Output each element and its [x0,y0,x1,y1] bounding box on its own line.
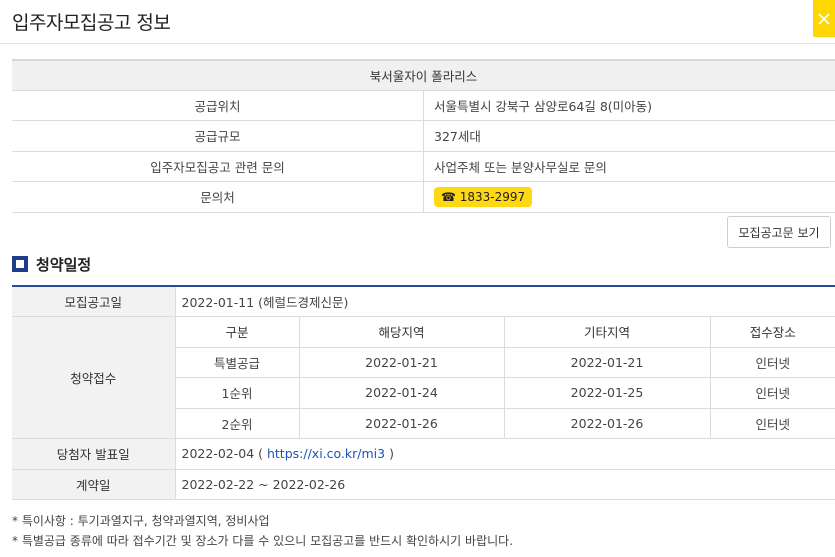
table-cell: 특별공급 [174,347,299,378]
application-label: 청약접수 [12,316,175,439]
house-name: 북서울자이 폴라리스 [12,59,835,91]
table-cell: 인터넷 [709,377,835,409]
inquiry-value: 사업주체 또는 분양사무실로 문의 [423,151,835,182]
table-cell: 2022-01-26 [298,408,504,439]
contract-label: 계약일 [12,469,175,500]
column-header: 해당지역 [298,316,504,348]
winner-date: 2022-02-04 ( [181,446,264,462]
contact-label: 문의처 [12,181,424,213]
table-row: 문의처 ☎ 1833-2997 [12,181,835,213]
winner-close-paren: ) [389,446,394,462]
table-row: 입주자모집공고 관련 문의 사업주체 또는 분양사무실로 문의 [12,151,835,182]
table-cell: 2022-01-25 [503,377,710,409]
schedule-title: 청약일정 [36,255,92,274]
table-row: 공급위치 서울특별시 강북구 삼양로64길 8(미아동) [12,90,835,121]
winner-label: 당첨자 발표일 [12,438,175,470]
info-table: 북서울자이 폴라리스 공급위치 서울특별시 강북구 삼양로64길 8(미아동) … [12,59,835,213]
table-row: 청약접수 구분 해당지역 기타지역 접수장소 [12,316,835,439]
table-row: 당첨자 발표일 2022-02-04 ( https://xi.co.kr/mi… [12,438,835,470]
note-line: * 특별공급 종류에 따라 접수기간 및 장소가 다를 수 있으니 모집공고를 … [12,534,514,548]
table-cell: 2022-01-21 [298,347,504,378]
announce-label: 모집공고일 [12,286,175,317]
table-row: 공급규모 327세대 [12,120,835,152]
table-row: 계약일 2022-02-22 ~ 2022-02-26 [12,469,835,500]
view-notice-button[interactable]: 모집공고문 보기 [727,216,831,248]
close-button[interactable] [813,0,835,37]
note-line: * 특이사항 : 투기과열지구, 청약과열지역, 정비사업 [12,514,270,528]
header: 입주자모집공고 정보 [0,0,835,44]
phone-badge[interactable]: ☎ 1833-2997 [434,186,533,207]
table-cell: 2순위 [174,408,299,439]
page-title: 입주자모집공고 정보 [12,12,171,34]
winner-value: 2022-02-04 ( https://xi.co.kr/mi3 ) [174,438,835,470]
supply-location-label: 공급위치 [12,90,424,121]
notes: * 특이사항 : 투기과열지구, 청약과열지역, 정비사업 * 특별공급 종류에… [12,511,513,551]
table-cell: 1순위 [174,377,299,409]
supply-location-value: 서울특별시 강북구 삼양로64길 8(미아동) [423,90,835,121]
winner-link[interactable]: https://xi.co.kr/mi3 [267,446,385,461]
table-cell: 인터넷 [709,347,835,378]
inquiry-label: 입주자모집공고 관련 문의 [12,151,424,182]
table-cell: 인터넷 [709,408,835,439]
section-title: 청약일정 [12,254,91,274]
supply-scale-label: 공급규모 [12,120,424,152]
column-header: 접수장소 [709,316,835,348]
table-cell: 2022-01-24 [298,377,504,409]
contract-value: 2022-02-22 ~ 2022-02-26 [174,469,835,500]
announce-value: 2022-01-11 (헤럴드경제신문) [174,286,835,317]
table-row: 모집공고일 2022-01-11 (헤럴드경제신문) [12,286,835,317]
square-bullet-icon [12,256,28,272]
table-cell: 2022-01-21 [503,347,710,378]
column-header: 기타지역 [503,316,710,348]
table-cell: 2022-01-26 [503,408,710,439]
supply-scale-value: 327세대 [423,120,835,152]
column-header: 구분 [174,316,299,348]
close-icon [818,12,830,25]
schedule-table: 모집공고일 2022-01-11 (헤럴드경제신문) 청약접수 구분 해당지역 … [12,285,835,500]
